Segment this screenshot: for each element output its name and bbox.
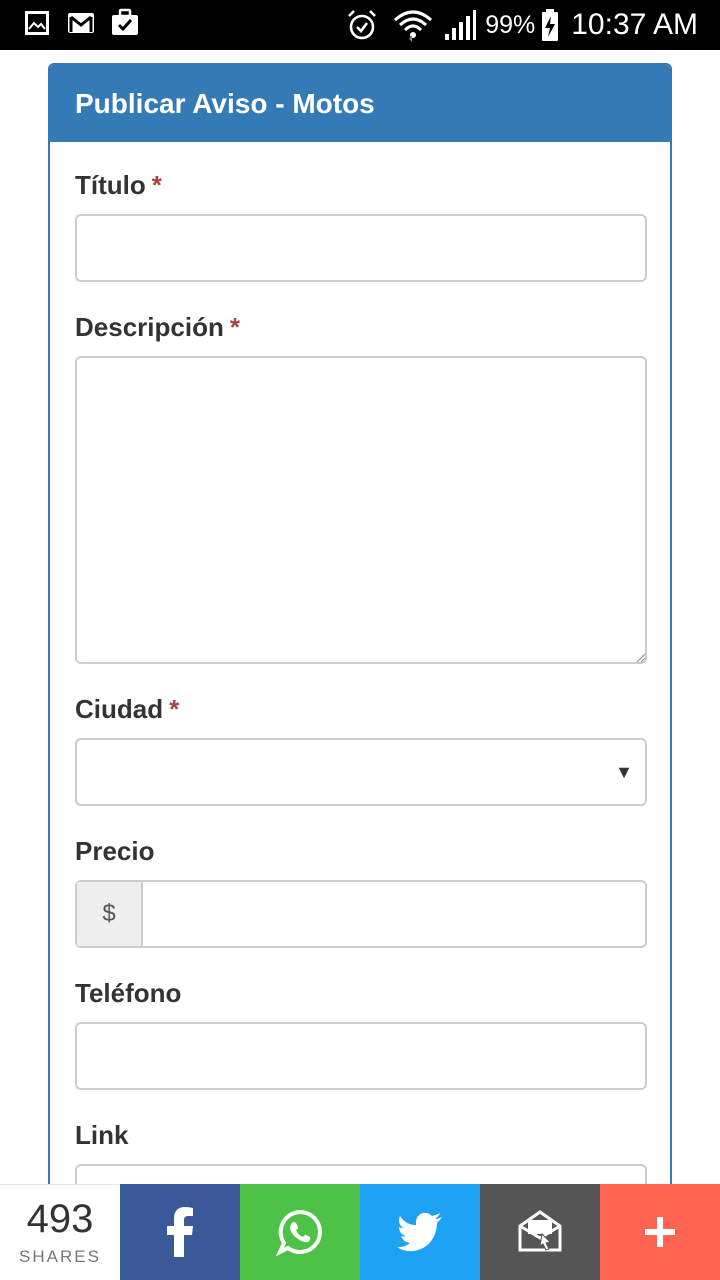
share-count: 493 xyxy=(26,1196,94,1241)
telefono-input[interactable] xyxy=(75,1022,647,1090)
email-icon xyxy=(518,1210,562,1252)
twitter-icon xyxy=(397,1212,442,1252)
email-share-button[interactable] xyxy=(480,1184,600,1280)
share-count-label: SHARES xyxy=(19,1246,101,1266)
titulo-input[interactable] xyxy=(75,214,647,282)
signal-icon xyxy=(445,10,477,40)
notification-icons xyxy=(22,8,140,38)
ciudad-select[interactable]: ▼ xyxy=(75,738,647,806)
status-bar: 99% 10:37 AM xyxy=(0,0,720,50)
precio-input-group[interactable]: $ xyxy=(75,880,647,948)
link-label: Link xyxy=(75,1120,129,1150)
required-asterisk: * xyxy=(229,312,240,342)
panel-heading: Publicar Aviso - Motos xyxy=(50,65,670,142)
resize-grip-icon[interactable] xyxy=(635,652,645,662)
share-bar: 493 SHARES xyxy=(0,1184,720,1280)
required-asterisk: * xyxy=(151,170,162,200)
ciudad-label: Ciudad * xyxy=(75,694,180,724)
required-asterisk: * xyxy=(169,694,180,724)
facebook-icon xyxy=(167,1207,193,1257)
gmail-icon xyxy=(68,13,94,33)
whatsapp-share-button[interactable] xyxy=(240,1184,360,1280)
alarm-icon xyxy=(348,10,377,40)
telefono-label: Teléfono xyxy=(75,978,182,1008)
currency-addon: $ xyxy=(77,882,143,946)
plus-icon xyxy=(645,1217,675,1247)
more-share-button[interactable] xyxy=(600,1184,720,1280)
system-status: 99% 10:37 AM xyxy=(345,6,698,44)
gallery-icon xyxy=(25,11,49,35)
publish-ad-panel: Publicar Aviso - Motos Título * Descripci… xyxy=(48,63,672,1280)
twitter-share-button[interactable] xyxy=(360,1184,480,1280)
descripcion-textarea[interactable] xyxy=(75,356,647,664)
caret-down-icon: ▼ xyxy=(615,762,633,782)
whatsapp-icon xyxy=(276,1209,322,1256)
task-icon xyxy=(112,8,138,35)
battery-percent: 99% xyxy=(485,10,536,39)
facebook-share-button[interactable] xyxy=(120,1184,240,1280)
descripcion-label: Descripción * xyxy=(75,312,240,342)
page-title: Publicar Aviso - Motos xyxy=(75,87,375,119)
battery-charging-icon xyxy=(542,9,559,41)
wifi-icon xyxy=(394,10,433,42)
titulo-label: Título * xyxy=(75,170,162,200)
precio-label: Precio xyxy=(75,836,155,866)
share-counter: 493 SHARES xyxy=(0,1184,120,1280)
clock: 10:37 AM xyxy=(571,8,698,41)
